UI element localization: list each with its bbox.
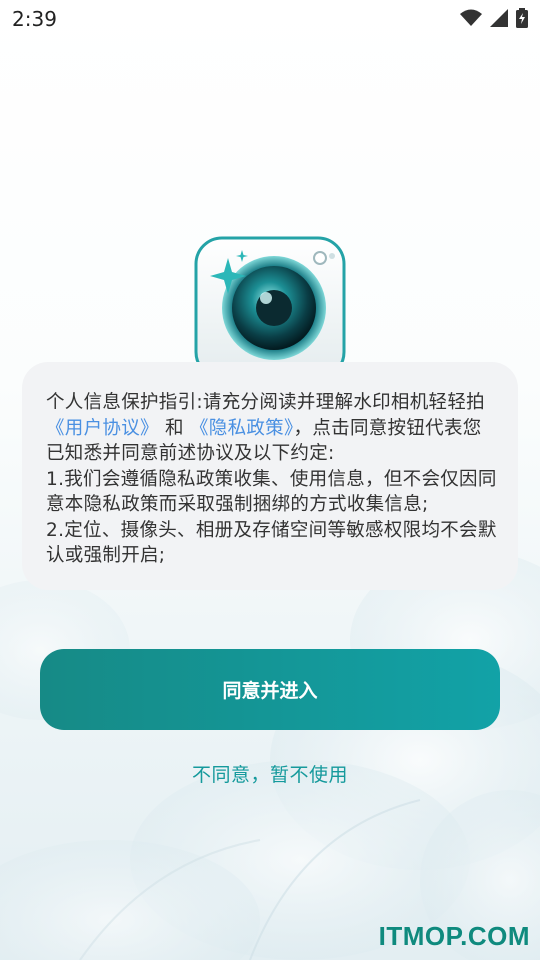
status-bar: 2:39 (0, 0, 540, 38)
agree-and-enter-button[interactable]: 同意并进入 (40, 649, 500, 730)
signal-icon (490, 9, 508, 27)
status-icons (460, 8, 528, 28)
battery-charging-icon (516, 8, 528, 28)
notice-item-1: 1.我们会遵循隐私政策收集、使用信息，但不会仅因同意本隐私政策而采取强制捆绑的方… (46, 468, 497, 516)
status-time: 2:39 (12, 7, 57, 31)
user-agreement-link[interactable]: 《用户协议》 (46, 418, 159, 439)
notice-item-2: 2.定位、摄像头、相册及存储空间等敏感权限均不会默认或强制开启; (46, 519, 497, 567)
watermark-logo: ITMOP.COM (378, 921, 530, 951)
privacy-notice-card: 个人信息保护指引:请充分阅读并理解水印相机轻轻拍《用户协议》 和 《隐私政策》，… (22, 362, 518, 590)
decline-button[interactable]: 不同意，暂不使用 (0, 760, 540, 787)
privacy-policy-link[interactable]: 《隐私政策》 (190, 418, 294, 439)
wifi-icon (460, 9, 482, 26)
camera-app-icon (194, 236, 346, 368)
notice-and-text: 和 (158, 417, 190, 439)
privacy-notice-text: 个人信息保护指引:请充分阅读并理解水印相机轻轻拍《用户协议》 和 《隐私政策》，… (46, 390, 498, 569)
notice-intro-text: 个人信息保护指引:请充分阅读并理解水印相机轻轻拍 (46, 392, 485, 413)
